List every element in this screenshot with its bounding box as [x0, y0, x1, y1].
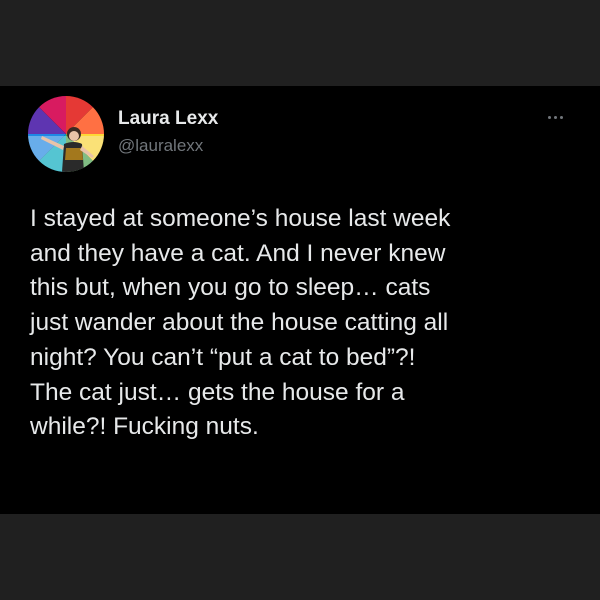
tweet-text-line: I stayed at someone’s house last week: [30, 205, 451, 232]
tweet-text-line: and they have a cat. And I never knew: [30, 239, 446, 267]
tweet-text-line: just wander about the house catting all: [30, 309, 449, 337]
tweet-text-line: while?! Fucking nuts.: [30, 413, 259, 441]
tweet-text-line: The cat just… gets the house for a: [30, 378, 405, 406]
tweet-card: Laura Lexx @lauralexx I stayed at someon…: [0, 86, 600, 514]
profile-avatar-image: [28, 96, 104, 172]
more-dot: [559, 115, 563, 119]
more-dot: [553, 115, 557, 119]
more-options-icon[interactable]: [540, 108, 570, 126]
author-display-name[interactable]: Laura Lexx: [118, 108, 218, 130]
avatar[interactable]: [28, 96, 104, 172]
author-handle[interactable]: @lauralexx: [118, 136, 203, 156]
more-dot: [547, 115, 551, 119]
tweet-text: I stayed at someone’s house last week an…: [30, 202, 578, 445]
screenshot-frame: Laura Lexx @lauralexx I stayed at someon…: [0, 0, 600, 600]
tweet-text-line: this but, when you go to sleep… cats: [30, 274, 431, 302]
tweet-text-line: night? You can’t “put a cat to bed”?!: [30, 343, 416, 371]
